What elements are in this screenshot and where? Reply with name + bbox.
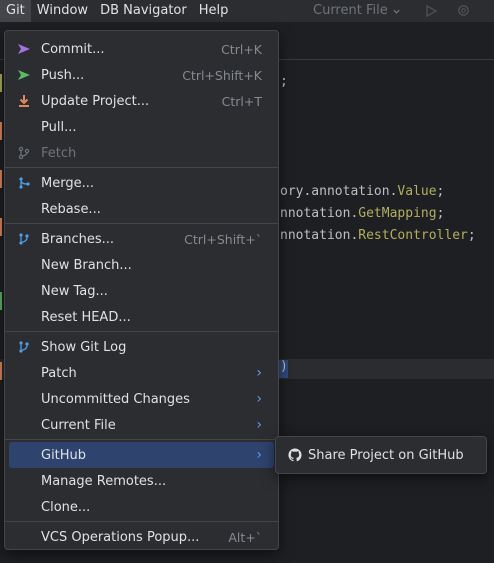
share-project-on-github-label: Share Project on GitHub: [308, 447, 464, 463]
menu-item-label: Manage Remotes...: [41, 473, 167, 489]
menu-item-label: Current File: [41, 417, 116, 433]
code-line-3: nnotation.GetMapping;: [280, 206, 445, 221]
chevron-right-icon: ›: [256, 447, 262, 463]
menu-item-label: VCS Operations Popup...: [41, 529, 200, 545]
code-line-1: ;: [280, 74, 288, 89]
git-log-icon: [17, 340, 31, 354]
menu-item-branches[interactable]: Branches... Ctrl+Shift+`: [9, 226, 274, 252]
menu-db-navigator[interactable]: DB Navigator: [94, 0, 193, 22]
menu-item-show-git-log[interactable]: Show Git Log: [9, 334, 274, 360]
menu-item-reset-head[interactable]: Reset HEAD...: [9, 304, 274, 330]
menu-item-rebase[interactable]: Rebase...: [9, 196, 274, 222]
menu-bar: Git Window DB Navigator Help Current File: [0, 0, 494, 22]
menu-item-label: Rebase...: [41, 201, 101, 217]
github-submenu[interactable]: Share Project on GitHub: [275, 436, 487, 474]
code-line-5: ): [280, 359, 288, 374]
menu-item-label: Reset HEAD...: [41, 309, 131, 325]
menu-item-label: Pull...: [41, 119, 77, 135]
git-menu-dropdown: Commit... Ctrl+K Push... Ctrl+Shift+K Update…: [4, 30, 279, 550]
menu-item-commit[interactable]: Commit... Ctrl+K: [9, 36, 274, 62]
chevron-right-icon: ›: [256, 365, 262, 381]
menu-item-uncommitted-changes[interactable]: Uncommitted Changes ›: [9, 386, 274, 412]
menu-item-label: Push...: [41, 67, 85, 83]
menu-item-new-branch[interactable]: New Branch...: [9, 252, 274, 278]
menu-item-manage-remotes[interactable]: Manage Remotes...: [9, 468, 274, 494]
fetch-icon: [17, 146, 31, 160]
menu-item-shortcut: Ctrl+Shift+K: [182, 67, 262, 83]
menu-separator: [5, 331, 278, 332]
commit-icon: [17, 42, 31, 56]
menu-item-label: Commit...: [41, 41, 105, 57]
menu-item-label: New Branch...: [41, 257, 132, 273]
menu-item-label: New Tag...: [41, 283, 108, 299]
chevron-down-icon: [393, 9, 400, 14]
menu-item-clone[interactable]: Clone...: [9, 494, 274, 520]
menu-item-new-tag[interactable]: New Tag...: [9, 278, 274, 304]
menu-item-label: Uncommitted Changes: [41, 391, 190, 407]
menu-item-label: Merge...: [41, 175, 94, 191]
menu-item-label: Show Git Log: [41, 339, 127, 355]
menu-item-shortcut: Ctrl+T: [221, 93, 262, 109]
menu-bar-items: Git Window DB Navigator Help: [0, 0, 234, 22]
menu-item-current-file[interactable]: Current File ›: [9, 412, 274, 438]
menu-item-fetch: Fetch: [9, 140, 274, 166]
menu-item-label: Clone...: [41, 499, 91, 515]
run-config-label: Current File: [313, 3, 388, 18]
menu-separator: [5, 167, 278, 168]
menu-separator: [5, 521, 278, 522]
menu-separator: [5, 439, 278, 440]
merge-icon: [17, 176, 31, 190]
menu-item-label: Patch: [41, 365, 77, 381]
menu-window[interactable]: Window: [31, 0, 94, 22]
menu-item-pull[interactable]: Pull...: [9, 114, 274, 140]
github-icon: [288, 448, 302, 462]
run-config-selector[interactable]: Current File: [313, 0, 401, 22]
run-icon[interactable]: [424, 4, 438, 18]
menu-item-update-project[interactable]: Update Project... Ctrl+T: [9, 88, 274, 114]
menu-item-patch[interactable]: Patch ›: [9, 360, 274, 386]
menu-git[interactable]: Git: [0, 0, 31, 22]
chevron-right-icon: ›: [256, 417, 262, 433]
menu-item-vcs-operations-popup[interactable]: VCS Operations Popup... Alt+`: [9, 524, 274, 550]
code-line-4: nnotation.RestController;: [280, 228, 476, 243]
branch-icon: [17, 232, 31, 246]
menu-item-label: Branches...: [41, 231, 115, 247]
menu-item-label: GitHub: [41, 447, 87, 463]
menu-item-shortcut: Ctrl+Shift+`: [184, 231, 262, 247]
menu-item-label: Update Project...: [41, 93, 150, 109]
code-line-2: ory.annotation.Value;: [280, 184, 445, 199]
update-icon: [17, 94, 31, 108]
menu-item-shortcut: Ctrl+K: [221, 41, 262, 57]
menu-item-label: Fetch: [41, 145, 77, 161]
chevron-right-icon: ›: [256, 391, 262, 407]
menu-item-merge[interactable]: Merge...: [9, 170, 274, 196]
gear-icon[interactable]: [456, 3, 471, 18]
push-icon: [17, 68, 31, 82]
menu-separator: [5, 223, 278, 224]
menu-item-github[interactable]: GitHub ›: [9, 442, 274, 468]
menu-item-push[interactable]: Push... Ctrl+Shift+K: [9, 62, 274, 88]
menu-item-shortcut: Alt+`: [228, 529, 262, 545]
menu-help[interactable]: Help: [193, 0, 235, 22]
